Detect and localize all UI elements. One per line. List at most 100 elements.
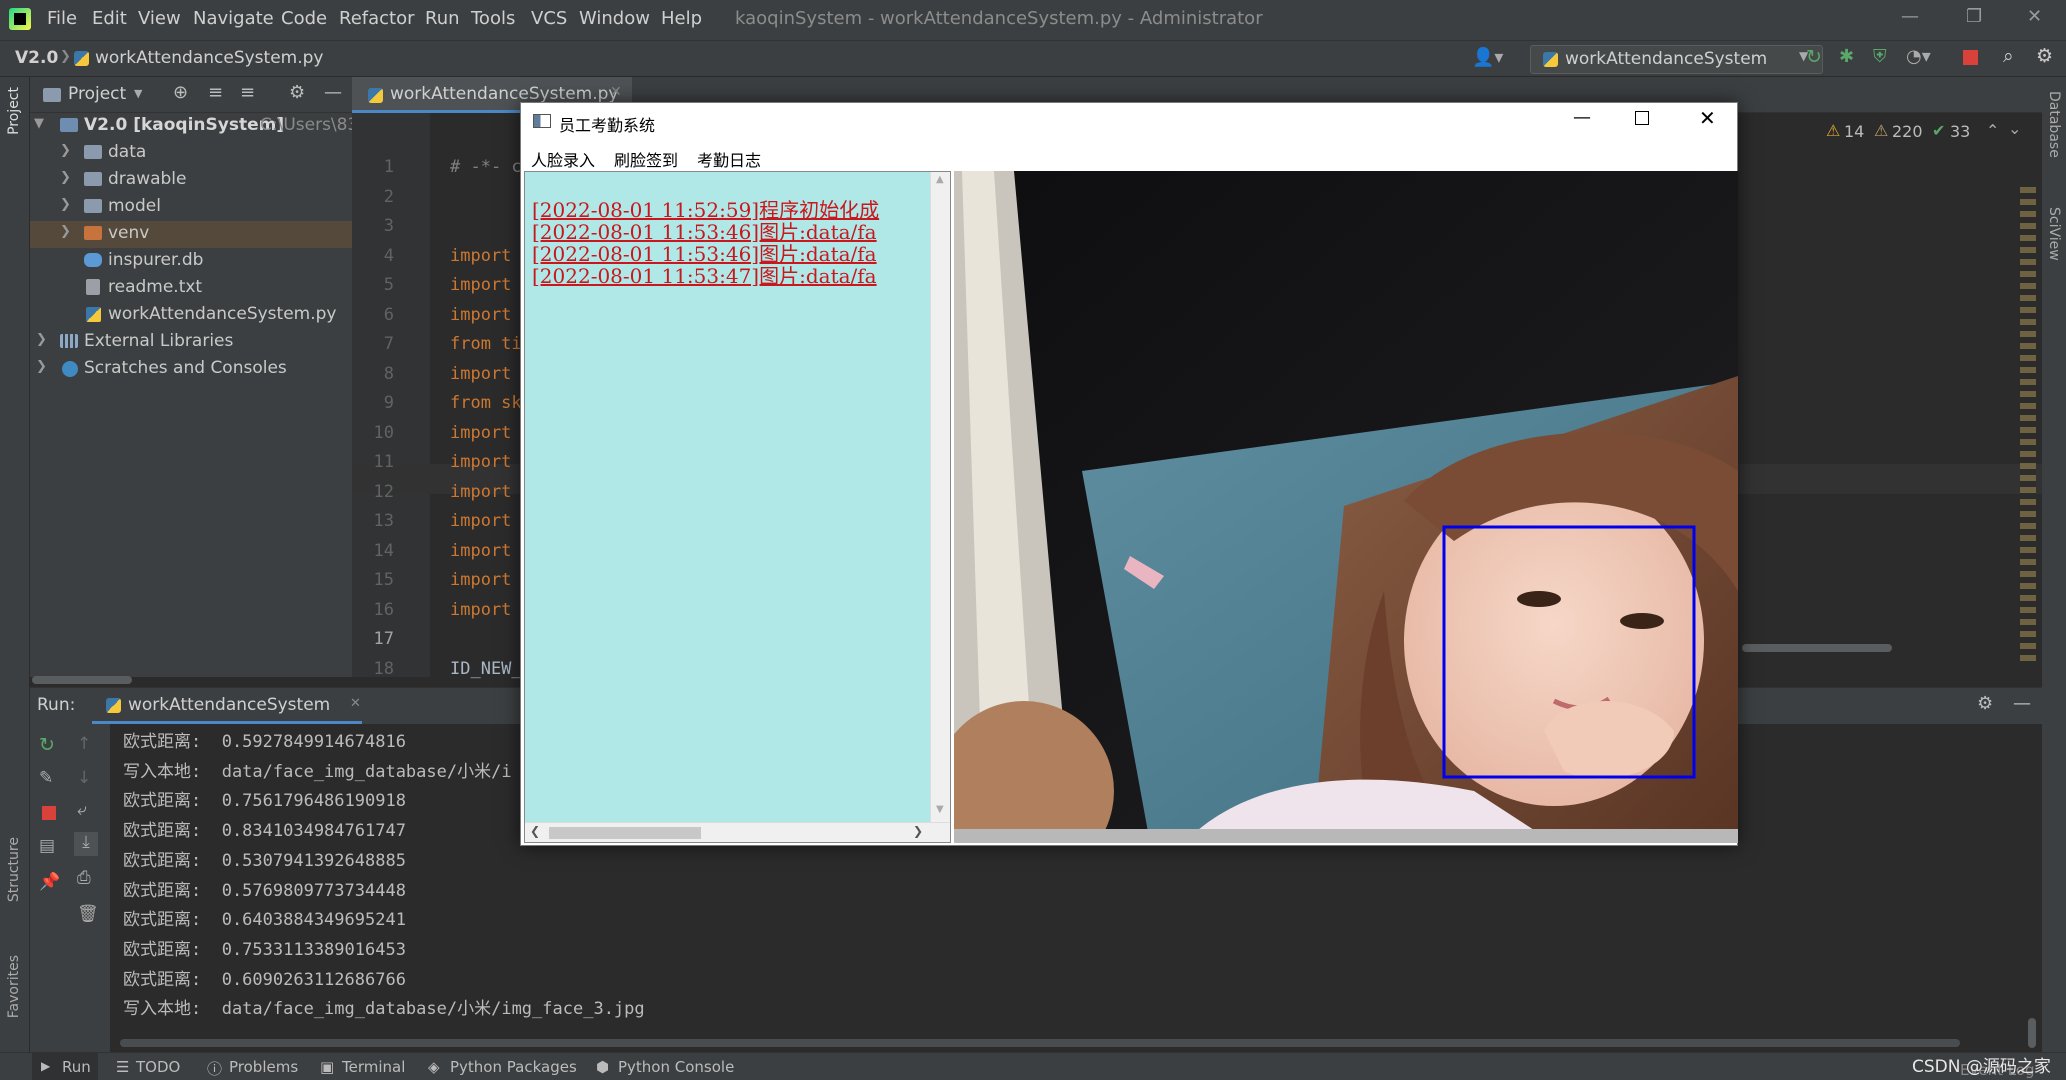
scroll-up-icon[interactable]: ▲ — [936, 174, 944, 185]
expanded-arrow-icon[interactable]: ▼ — [34, 116, 44, 131]
log-horizontal-scrollbar[interactable]: ❮ ❯ — [525, 822, 950, 842]
console-vscrollbar[interactable] — [2028, 1018, 2036, 1048]
gear-icon[interactable]: ⚙ — [289, 82, 305, 103]
collapse-all-icon[interactable]: ≡ — [240, 82, 255, 103]
gear-icon[interactable]: ⚙ — [1977, 693, 1993, 714]
menu-window[interactable]: Window — [579, 8, 650, 29]
scroll-to-end-icon[interactable]: ⤓ — [74, 832, 98, 856]
collapsed-arrow-icon[interactable]: ❯ — [60, 224, 71, 239]
collapsed-arrow-icon[interactable]: ❯ — [60, 170, 71, 185]
layout-icon[interactable]: ▤ — [39, 836, 55, 856]
print-icon[interactable]: ⎙ — [77, 868, 91, 888]
inspection-widget[interactable]: ⚠ 14 ⚠ 220 ✔ 33 ⌃ ⌄ — [1826, 119, 2026, 145]
collapsed-arrow-icon[interactable]: ❯ — [60, 197, 71, 212]
menu-help[interactable]: Help — [661, 8, 702, 29]
close-tab-icon[interactable]: ✕ — [350, 696, 361, 711]
editor-hscrollbar[interactable] — [1742, 644, 1892, 652]
project-hscrollbar[interactable] — [32, 676, 132, 684]
code-line[interactable]: # -*- c — [450, 157, 522, 177]
code-line[interactable]: import — [450, 452, 511, 472]
menu-refactor[interactable]: Refactor — [339, 8, 415, 29]
run-config-selector[interactable]: workAttendanceSystem ▼ — [1530, 45, 1823, 74]
tree-item-model[interactable]: ❯ model — [30, 194, 352, 221]
scroll-left-icon[interactable]: ❮ — [530, 824, 540, 838]
minimize-icon[interactable]: — — [1901, 6, 1919, 27]
coverage-icon[interactable]: ⛨ — [1873, 46, 1887, 67]
menu-navigate[interactable]: Navigate — [193, 8, 274, 29]
stop-icon[interactable] — [1963, 50, 1978, 65]
chevron-down-icon[interactable]: ▼ — [134, 87, 142, 100]
code-line[interactable]: import — [450, 275, 511, 295]
code-line[interactable]: from sk — [450, 393, 522, 413]
code-line[interactable]: import — [450, 570, 511, 590]
stop-icon[interactable] — [42, 806, 56, 820]
code-line[interactable]: import — [450, 511, 511, 531]
collapsed-arrow-icon[interactable]: ❯ — [36, 332, 47, 347]
restore-icon[interactable]: ❐ — [1966, 6, 1982, 27]
run-tool-button[interactable]: ▶ Run — [32, 1053, 98, 1080]
collapsed-arrow-icon[interactable]: ❯ — [36, 359, 47, 374]
collapsed-arrow-icon[interactable]: ❯ — [60, 143, 71, 158]
structure-tool-tab[interactable]: Structure — [6, 837, 22, 902]
breadcrumb-root[interactable]: V2.0 — [15, 48, 58, 68]
sciview-tool-tab[interactable]: SciView — [2046, 207, 2062, 261]
tree-item-external-libraries[interactable]: ❯ External Libraries — [30, 329, 352, 356]
breadcrumb-file[interactable]: workAttendanceSystem.py — [95, 48, 323, 68]
locate-icon[interactable]: ⊕ — [173, 82, 188, 103]
close-icon[interactable]: ✕ — [2027, 6, 2042, 27]
project-tool-tab[interactable]: Project — [6, 87, 22, 135]
tree-item-scratches[interactable]: ❯ Scratches and Consoles — [30, 356, 352, 383]
up-icon[interactable]: ↑ — [77, 734, 91, 754]
menu-face-checkin[interactable]: 刷脸签到 — [614, 147, 678, 171]
expand-all-icon[interactable]: ≡ — [208, 82, 223, 103]
trash-icon[interactable]: 🗑 — [77, 904, 99, 924]
chevron-down-icon[interactable]: ⌄ — [2008, 119, 2021, 138]
tree-item-data[interactable]: ❯ data — [30, 140, 352, 167]
chevron-up-icon[interactable]: ⌃ — [1986, 121, 1999, 140]
run-tab[interactable]: workAttendanceSystem ✕ — [92, 688, 362, 724]
hide-icon[interactable]: — — [2013, 693, 2031, 714]
code-line[interactable]: from ti — [450, 334, 522, 354]
code-line[interactable]: import — [450, 600, 511, 620]
menu-view[interactable]: View — [138, 8, 181, 29]
log-textbox[interactable]: [2022-08-01 11:52:59]程序初始化成 [2022-08-01 … — [524, 171, 951, 843]
favorites-tool-tab[interactable]: Favorites — [6, 955, 22, 1018]
code-line[interactable]: import — [450, 423, 511, 443]
tree-item-venv[interactable]: ❯ venv — [30, 221, 352, 248]
soft-wrap-icon[interactable]: ⤶ — [77, 800, 87, 820]
code-line[interactable]: import — [450, 305, 511, 325]
user-icon[interactable]: 👤▾ — [1472, 47, 1503, 68]
tree-item-inspurer-db[interactable]: inspurer.db — [30, 248, 352, 275]
code-line[interactable]: import — [450, 541, 511, 561]
search-icon[interactable]: ⌕ — [2003, 45, 2014, 67]
scroll-thumb[interactable] — [549, 827, 701, 839]
code-line[interactable]: import — [450, 482, 511, 502]
menu-face-register[interactable]: 人脸录入 — [531, 147, 595, 171]
menu-run[interactable]: Run — [425, 8, 460, 29]
menu-attendance-log[interactable]: 考勤日志 — [697, 147, 761, 171]
down-icon[interactable]: ↓ — [77, 768, 91, 788]
menu-file[interactable]: File — [47, 8, 77, 29]
debug-icon[interactable]: ✱ — [1839, 46, 1854, 67]
tree-item-main-py[interactable]: workAttendanceSystem.py — [30, 302, 352, 329]
rerun-icon[interactable]: ↻ — [1806, 46, 1822, 68]
maximize-icon[interactable] — [1635, 111, 1649, 125]
console-hscrollbar[interactable] — [120, 1039, 1960, 1047]
hide-icon[interactable]: — — [324, 82, 342, 103]
problems-tool-label[interactable]: Problems — [229, 1058, 298, 1076]
terminal-tool-label[interactable]: Terminal — [342, 1058, 405, 1076]
tree-item-readme[interactable]: readme.txt — [30, 275, 352, 302]
todo-tool-label[interactable]: TODO — [136, 1058, 180, 1076]
rerun-icon[interactable]: ↻ — [39, 734, 55, 756]
wrench-icon[interactable]: ✎ — [39, 768, 53, 788]
code-line[interactable]: import — [450, 364, 511, 384]
menu-code[interactable]: Code — [281, 8, 327, 29]
code-line[interactable]: import — [450, 246, 511, 266]
menu-vcs[interactable]: VCS — [531, 8, 567, 29]
close-tab-icon[interactable]: ✕ — [610, 84, 622, 100]
profile-icon[interactable]: ◔▾ — [1906, 46, 1931, 67]
menu-tools[interactable]: Tools — [471, 8, 515, 29]
python-console-tool-label[interactable]: Python Console — [618, 1058, 734, 1076]
menu-edit[interactable]: Edit — [92, 8, 127, 29]
database-tool-tab[interactable]: Database — [2046, 91, 2062, 158]
